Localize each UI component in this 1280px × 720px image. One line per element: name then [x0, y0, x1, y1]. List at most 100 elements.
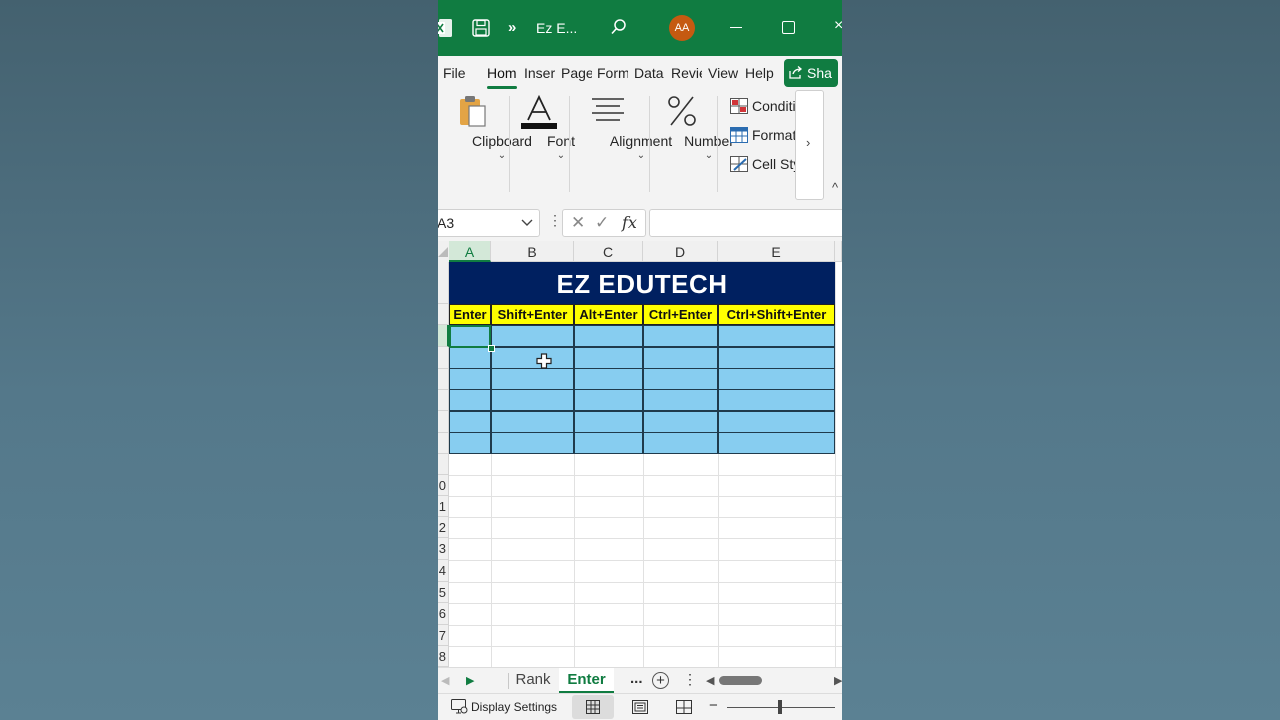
tab-home[interactable]: Hom [487, 65, 517, 81]
row-header[interactable]: 2 [438, 517, 449, 538]
tab-page-layout[interactable]: Page [561, 65, 592, 81]
table-cell[interactable] [718, 411, 835, 433]
row-header[interactable]: 3 [438, 538, 449, 560]
user-avatar[interactable]: AA [669, 15, 695, 41]
table-cell[interactable] [449, 432, 491, 454]
row-header[interactable] [438, 369, 449, 390]
table-cell[interactable] [491, 389, 574, 411]
enter-icon[interactable]: ✓ [595, 213, 609, 233]
row-header[interactable]: 7 [438, 625, 449, 646]
number-group[interactable]: Number ⌄ [655, 90, 734, 170]
column-header-c[interactable]: C [574, 241, 643, 262]
row-header[interactable] [438, 325, 449, 347]
table-cell[interactable] [574, 411, 643, 433]
table-cell[interactable] [718, 389, 835, 411]
clipboard-group[interactable]: Clipboard ⌄ [440, 90, 532, 170]
more-options-icon[interactable]: ⋮ [548, 212, 562, 229]
fill-handle[interactable] [488, 345, 495, 352]
row-header[interactable] [438, 390, 449, 411]
header-cell-shift-enter[interactable]: Shift+Enter [491, 304, 574, 325]
table-cell[interactable] [718, 347, 835, 369]
table-cell[interactable] [718, 325, 835, 347]
tab-view[interactable]: View [708, 65, 740, 81]
row-header[interactable] [438, 433, 449, 454]
font-group[interactable]: Font ⌄ [517, 90, 575, 170]
minimize-button[interactable] [730, 27, 742, 28]
header-cell-ctrl-shift-enter[interactable]: Ctrl+Shift+Enter [718, 304, 835, 325]
table-cell[interactable] [449, 411, 491, 433]
collapse-ribbon-icon[interactable]: ^ [832, 180, 838, 195]
row-header[interactable] [438, 454, 449, 475]
scroll-right-icon[interactable]: ▶ [834, 674, 842, 687]
header-cell-enter[interactable]: Enter [449, 304, 491, 325]
more-sheets-button[interactable]: ... [630, 670, 643, 687]
page-layout-view-icon[interactable] [632, 700, 648, 714]
search-icon[interactable] [610, 18, 628, 36]
normal-view-button[interactable] [572, 695, 614, 719]
row-header[interactable] [438, 347, 449, 369]
row-header[interactable] [438, 304, 449, 325]
formula-input[interactable] [649, 209, 842, 237]
column-header-d[interactable]: D [643, 241, 718, 262]
row-header[interactable]: 0 [438, 475, 449, 496]
column-header-b[interactable]: B [491, 241, 574, 262]
tab-insert[interactable]: Inser [524, 65, 555, 81]
column-header-e[interactable]: E [718, 241, 835, 262]
table-cell[interactable] [643, 432, 718, 454]
table-cell[interactable] [574, 389, 643, 411]
table-cell[interactable] [449, 368, 491, 390]
row-header[interactable] [438, 411, 449, 433]
row-header[interactable] [438, 262, 449, 304]
row-header[interactable]: 1 [438, 496, 449, 517]
scroll-left-icon[interactable]: ◀ [706, 674, 714, 687]
sheet-tab-rank[interactable]: Rank [509, 668, 557, 694]
row-header[interactable]: 6 [438, 603, 449, 625]
active-cell[interactable] [449, 325, 491, 348]
name-box[interactable]: A3 [438, 209, 540, 237]
page-break-view-icon[interactable] [676, 700, 692, 714]
table-cell[interactable] [491, 325, 574, 347]
more-commands-icon[interactable]: » [508, 19, 516, 36]
tab-data[interactable]: Data [634, 65, 666, 81]
table-cell[interactable] [643, 347, 718, 369]
tab-file[interactable]: File [443, 65, 473, 81]
document-title[interactable]: Ez E... [536, 20, 577, 36]
table-cell[interactable] [718, 432, 835, 454]
table-cell[interactable] [643, 389, 718, 411]
table-cell[interactable] [574, 325, 643, 347]
zoom-out-button[interactable]: − [709, 697, 718, 714]
cancel-icon[interactable]: ✕ [571, 213, 585, 233]
column-header-a[interactable]: A [449, 241, 491, 262]
table-cell[interactable] [643, 325, 718, 347]
tab-review[interactable]: Revie [671, 65, 702, 81]
worksheet-grid[interactable]: A B C D E 0 1 2 3 4 5 6 7 8 EZ EDUTECH E… [438, 241, 842, 667]
table-cell[interactable] [491, 347, 574, 369]
alignment-group[interactable]: Alignment ⌄ [575, 90, 672, 170]
header-cell-alt-enter[interactable]: Alt+Enter [574, 304, 643, 325]
table-cell[interactable] [449, 389, 491, 411]
tab-help[interactable]: Help [745, 65, 779, 81]
format-as-table-button[interactable]: Format [730, 125, 796, 147]
table-cell[interactable] [574, 432, 643, 454]
column-header-f[interactable] [835, 241, 842, 262]
insert-function-icon[interactable]: fx [622, 213, 637, 232]
table-cell[interactable] [643, 411, 718, 433]
share-button[interactable]: Sha [784, 59, 838, 87]
table-cell[interactable] [643, 368, 718, 390]
horizontal-scrollbar-thumb[interactable] [719, 676, 762, 685]
add-sheet-button[interactable]: + [652, 672, 669, 689]
conditional-formatting-button[interactable]: Conditi [730, 96, 796, 118]
table-cell[interactable] [449, 347, 491, 369]
zoom-slider-thumb[interactable] [778, 700, 782, 714]
row-header[interactable]: 4 [438, 560, 449, 582]
tab-formulas[interactable]: Form [597, 65, 628, 81]
row-header[interactable]: 5 [438, 582, 449, 603]
sheet-tab-enter[interactable]: Enter [559, 668, 614, 694]
sheet-options-icon[interactable]: ⋮ [683, 671, 697, 688]
save-icon[interactable] [472, 19, 490, 37]
row-header[interactable]: 8 [438, 646, 449, 667]
maximize-button[interactable] [782, 21, 795, 34]
table-cell[interactable] [491, 432, 574, 454]
scroll-sheets-right-icon[interactable]: ▶ [466, 674, 474, 687]
table-cell[interactable] [491, 411, 574, 433]
